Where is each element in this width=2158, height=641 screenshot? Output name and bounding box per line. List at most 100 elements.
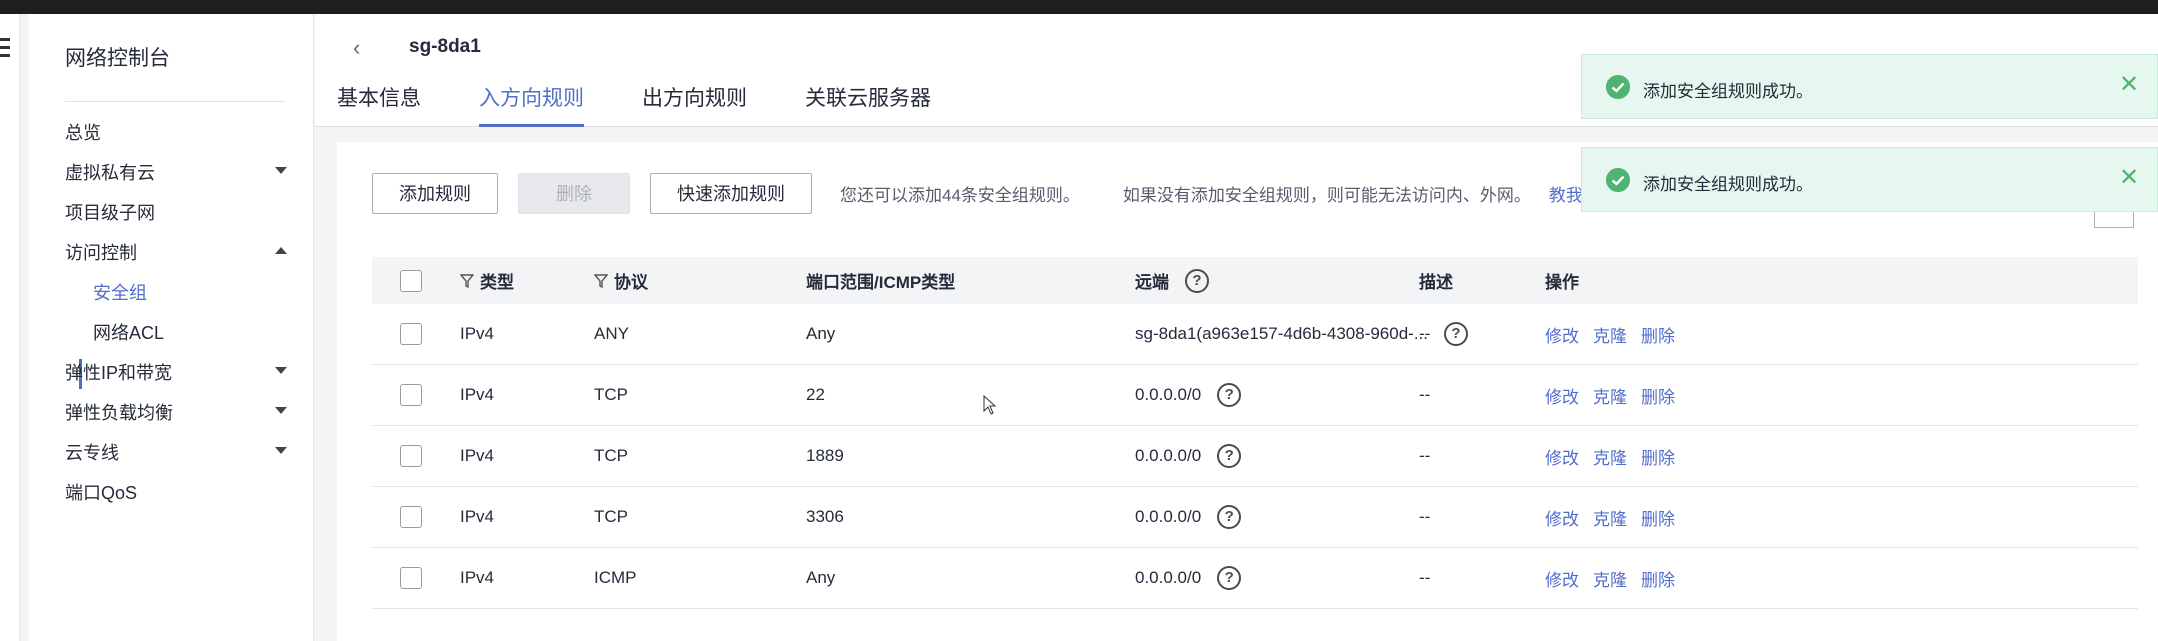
close-icon[interactable]: ✕	[2119, 166, 2139, 190]
cell-remote: 0.0.0.0/0 ?	[1135, 426, 1242, 486]
table-row: IPv4 ICMP Any 0.0.0.0/0 ? -- 修改 克隆 删除	[372, 548, 2138, 609]
clone-link[interactable]: 克隆	[1593, 566, 1627, 591]
back-icon[interactable]: ‹	[353, 34, 375, 62]
rules-table: 类型 协议 端口范围/ICMP类型 远端 ? 描述 操作 IPv4 ANY An…	[372, 257, 2138, 609]
sidebar-item-label: 弹性IP和带宽	[65, 363, 173, 383]
sidebar-item-network-acl[interactable]: 网络ACL	[93, 312, 164, 352]
column-description: 描述	[1419, 273, 1453, 292]
chevron-down-icon	[275, 447, 287, 454]
cell-protocol: TCP	[594, 385, 628, 404]
chevron-down-icon	[275, 367, 287, 374]
sidebar-item-overview[interactable]: 总览	[65, 112, 295, 152]
cell-actions: 修改 克隆 删除	[1545, 548, 1689, 608]
help-icon[interactable]: ?	[1185, 268, 1209, 293]
cell-type: IPv4	[460, 446, 495, 465]
success-toast: 添加安全组规则成功。 ✕	[1581, 54, 2158, 119]
tab-basic-info[interactable]: 基本信息	[337, 82, 421, 127]
delete-link[interactable]: 删除	[1641, 383, 1675, 408]
success-toast: 添加安全组规则成功。 ✕	[1581, 147, 2158, 212]
cell-description: --	[1419, 446, 1431, 465]
delete-link[interactable]: 删除	[1641, 444, 1675, 469]
help-icon[interactable]: ?	[1444, 322, 1469, 346]
delete-button[interactable]: 删除	[518, 172, 630, 214]
modify-link[interactable]: 修改	[1545, 322, 1579, 347]
mouse-cursor-icon	[983, 395, 997, 415]
help-icon[interactable]: ?	[1217, 566, 1242, 590]
sidebar-item-access-control[interactable]: 访问控制	[65, 232, 295, 272]
tab-outbound-rules[interactable]: 出方向规则	[642, 82, 747, 127]
cell-port: Any	[806, 568, 836, 587]
modify-link[interactable]: 修改	[1545, 505, 1579, 530]
rules-toolbar: 添加规则 删除 快速添加规则 您还可以添加44条安全组规则。 如果没有添加安全组…	[372, 172, 1617, 214]
table-row: IPv4 TCP 1889 0.0.0.0/0 ? -- 修改 克隆 删除	[372, 426, 2138, 487]
close-icon[interactable]: ✕	[2119, 73, 2139, 97]
delete-link[interactable]: 删除	[1641, 322, 1675, 347]
page-title: sg-8da1	[409, 36, 481, 57]
column-port: 端口范围/ICMP类型	[806, 273, 956, 292]
left-rail	[0, 14, 20, 641]
sidebar: 网络控制台 总览 虚拟私有云 项目级子网 访问控制 安全组 网络ACL 弹性IP…	[29, 14, 314, 641]
cell-port: 22	[806, 385, 825, 404]
remote-value: 0.0.0.0/0	[1135, 507, 1202, 526]
delete-link[interactable]: 删除	[1641, 566, 1675, 591]
chevron-down-icon	[275, 167, 287, 174]
cell-port: 3306	[806, 507, 844, 526]
tab-inbound-rules[interactable]: 入方向规则	[479, 82, 584, 127]
toast-message: 添加安全组规则成功。	[1643, 175, 1813, 194]
cell-protocol: ICMP	[594, 568, 637, 587]
sidebar-item-eip[interactable]: 弹性IP和带宽	[65, 352, 295, 392]
console-app: 网络控制台 总览 虚拟私有云 项目级子网 访问控制 安全组 网络ACL 弹性IP…	[0, 14, 2158, 641]
menu-icon[interactable]	[0, 38, 12, 60]
clone-link[interactable]: 克隆	[1593, 322, 1627, 347]
select-all-checkbox[interactable]	[400, 269, 422, 292]
sidebar-item-elb[interactable]: 弹性负载均衡	[65, 392, 295, 432]
row-checkbox[interactable]	[400, 567, 422, 589]
sidebar-item-port-qos[interactable]: 端口QoS	[65, 472, 295, 512]
cell-type: IPv4	[460, 568, 495, 587]
quota-tip: 您还可以添加44条安全组规则。	[840, 185, 1080, 205]
cell-description: --	[1419, 324, 1431, 343]
modify-link[interactable]: 修改	[1545, 383, 1579, 408]
clone-link[interactable]: 克隆	[1593, 505, 1627, 530]
add-rule-button[interactable]: 添加规则	[372, 172, 498, 214]
cell-description: --	[1419, 568, 1431, 587]
cell-description: --	[1419, 385, 1431, 404]
sidebar-title: 网络控制台	[65, 47, 170, 70]
check-circle-icon	[1606, 168, 1630, 192]
help-icon[interactable]: ?	[1217, 505, 1242, 529]
modify-link[interactable]: 修改	[1545, 444, 1579, 469]
cell-type: IPv4	[460, 385, 495, 404]
column-remote: 远端 ?	[1135, 257, 1209, 304]
row-checkbox[interactable]	[400, 445, 422, 467]
clone-link[interactable]: 克隆	[1593, 383, 1627, 408]
sidebar-item-project-subnet[interactable]: 项目级子网	[65, 192, 295, 232]
tab-associated-servers[interactable]: 关联云服务器	[805, 82, 931, 127]
table-body: IPv4 ANY Any sg-8da1(a963e157-4d6b-4308-…	[372, 304, 2138, 609]
row-checkbox[interactable]	[400, 384, 422, 406]
rules-panel: 添加规则 删除 快速添加规则 您还可以添加44条安全组规则。 如果没有添加安全组…	[337, 142, 2158, 641]
column-type[interactable]: 类型	[460, 257, 514, 304]
cell-type: IPv4	[460, 507, 495, 526]
sidebar-item-security-group[interactable]: 安全组	[93, 272, 147, 312]
delete-link[interactable]: 删除	[1641, 505, 1675, 530]
row-checkbox[interactable]	[400, 506, 422, 528]
toast-message: 添加安全组规则成功。	[1643, 82, 1813, 101]
cell-remote: 0.0.0.0/0 ?	[1135, 487, 1242, 547]
cell-protocol: TCP	[594, 446, 628, 465]
filter-icon[interactable]	[460, 273, 474, 288]
row-checkbox[interactable]	[400, 323, 422, 345]
modify-link[interactable]: 修改	[1545, 566, 1579, 591]
remote-value: 0.0.0.0/0	[1135, 446, 1202, 465]
quick-add-rule-button[interactable]: 快速添加规则	[650, 172, 812, 214]
cell-remote: 0.0.0.0/0 ?	[1135, 548, 1242, 608]
column-label: 类型	[480, 273, 514, 292]
cell-remote: 0.0.0.0/0 ?	[1135, 365, 1242, 425]
column-protocol[interactable]: 协议	[594, 257, 648, 304]
cell-type: IPv4	[460, 324, 495, 343]
sidebar-item-vpc[interactable]: 虚拟私有云	[65, 152, 295, 192]
help-icon[interactable]: ?	[1217, 383, 1242, 407]
help-icon[interactable]: ?	[1217, 444, 1242, 468]
filter-icon[interactable]	[594, 273, 608, 288]
sidebar-item-direct-connect[interactable]: 云专线	[65, 432, 295, 472]
clone-link[interactable]: 克隆	[1593, 444, 1627, 469]
